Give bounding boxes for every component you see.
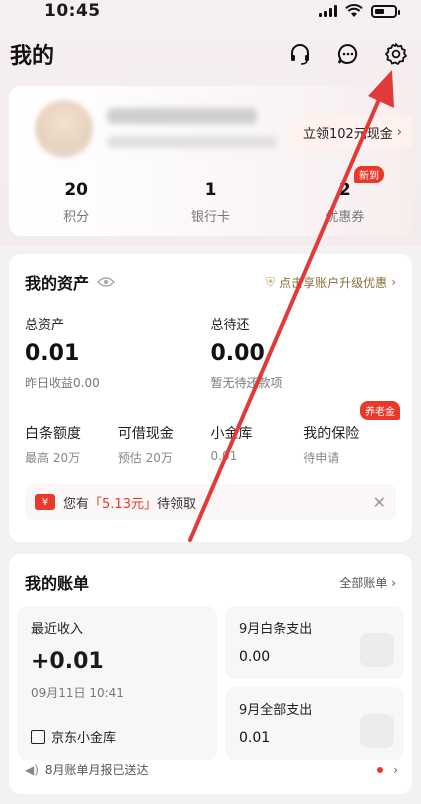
total-assets-label: 总资产 (25, 318, 65, 333)
all-bills-link[interactable]: 全部账单 › (339, 574, 396, 591)
bills-title: 我的账单 (25, 574, 90, 593)
yesterday-earnings: 昨日收益0.00 (25, 376, 100, 390)
asset-summary: 总资产 0.01 昨日收益0.00 总待还 0.00 暂无待还款项 (25, 314, 396, 391)
upgrade-link-text: 点击享账户升级优惠 (279, 275, 388, 290)
coupon-suffix: 待领取 (156, 496, 196, 512)
total-due-value: 0.00 (210, 341, 265, 366)
signal-icon (319, 5, 337, 17)
blurred-user-info (107, 136, 277, 148)
cash-reward-label: 立领102元现金 (302, 126, 393, 142)
recent-income-tile[interactable]: 最近收入 +0.01 09月11日 10:41 京东小金库 (17, 606, 217, 760)
total-due-sub: 暂无待还款项 (210, 376, 283, 390)
headset-icon[interactable] (287, 41, 313, 67)
stat-value: 20 (64, 180, 88, 200)
assets-title-text: 我的资产 (25, 274, 90, 293)
speaker-icon: ◀) (25, 762, 39, 777)
stat-coupons[interactable]: 新到 2 优惠券 (278, 166, 412, 225)
vault-icon (31, 729, 45, 744)
coupon-icon: ¥ (35, 494, 55, 510)
bills-header: 我的账单 全部账单 › (9, 570, 412, 594)
recent-income-time: 09月11日 10:41 (31, 686, 124, 700)
total-assets[interactable]: 总资产 0.01 昨日收益0.00 (25, 314, 211, 391)
avatar[interactable] (35, 100, 93, 158)
total-due-label: 总待还 (210, 318, 250, 333)
assets-header: 我的资产 ⛨ 点击享账户升级优惠 › (25, 270, 396, 294)
assets-title: 我的资产 (25, 270, 116, 294)
assets-card: 我的资产 ⛨ 点击享账户升级优惠 › 总资产 0.01 昨日收益0.00 总待还… (9, 254, 412, 542)
chevron-right-icon: › (391, 575, 396, 590)
profile-stats: 20 积分 1 银行卡 新到 2 优惠券 (9, 166, 412, 225)
product-name: 白条额度 (25, 426, 81, 442)
all-spend-tile[interactable]: 9月全部支出 0.01 (225, 687, 404, 760)
status-bar: 10:45 (0, 0, 421, 22)
status-time: 10:45 (44, 1, 101, 21)
product-name: 可借现金 (117, 426, 174, 442)
product-sub: 0.01 (210, 449, 238, 463)
recent-income-title: 最近收入 (31, 622, 84, 637)
gear-icon[interactable] (383, 41, 409, 67)
product-row: 白条额度 最高 20万 可借现金 预估 20万 小金库 0.01 养老金 我的保… (25, 401, 400, 466)
product-insurance[interactable]: 养老金 我的保险 待申请 (303, 401, 400, 466)
spend-tiles: 9月白条支出 0.00 9月全部支出 0.01 (225, 606, 404, 760)
product-sub: 最高 20万 (25, 451, 81, 465)
stat-label: 积分 (63, 210, 90, 225)
stat-value: 1 (204, 180, 217, 200)
status-icons (319, 4, 400, 18)
product-vault[interactable]: 小金库 0.01 (211, 423, 304, 466)
chat-icon[interactable] (335, 41, 361, 67)
header: 我的 (0, 22, 421, 86)
stat-value: 2 (338, 180, 351, 200)
monthly-report-text: 8月账单月报已送达 (44, 763, 149, 777)
product-cash-loan[interactable]: 可借现金 预估 20万 (118, 423, 211, 466)
coupon-amount: 「5.13元」 (89, 496, 157, 512)
stat-label: 优惠券 (325, 210, 365, 225)
product-baitiao[interactable]: 白条额度 最高 20万 (25, 423, 118, 466)
product-sub: 待申请 (303, 451, 340, 465)
eye-icon[interactable] (97, 276, 116, 288)
chevron-right-icon: › (396, 124, 402, 140)
coupon-banner[interactable]: ¥ 您有 「5.13元」 待领取 ✕ (25, 484, 396, 520)
stat-bank-cards[interactable]: 1 银行卡 (143, 180, 277, 225)
chevron-right-icon: › (393, 762, 398, 777)
shield-icon: ⛨ (266, 274, 276, 289)
profile-card: 立领102元现金 › 20 积分 1 银行卡 新到 2 优惠券 (9, 86, 412, 236)
cash-reward-button[interactable]: 立领102元现金 › (290, 116, 412, 148)
bills-card: 我的账单 全部账单 › 最近收入 +0.01 09月11日 10:41 京东小金… (9, 554, 412, 794)
stat-label: 银行卡 (190, 210, 230, 225)
top-area: 我的 立领102元现金 › 20 积分 1 银行卡 新到 2 优惠券 (0, 22, 421, 246)
new-badge: 新到 (353, 166, 384, 183)
close-icon[interactable]: ✕ (373, 493, 386, 512)
product-name: 我的保险 (303, 426, 360, 442)
header-icons (287, 41, 409, 67)
baitiao-deco-icon (360, 633, 394, 667)
all-bills-text: 全部账单 (339, 575, 388, 590)
wifi-icon (345, 4, 363, 17)
product-sub: 预估 20万 (117, 451, 173, 465)
coupon-prefix: 您有 (63, 496, 90, 512)
total-assets-value: 0.01 (25, 341, 80, 366)
page-title: 我的 (10, 44, 55, 69)
recent-income-source: 京东小金库 (31, 727, 116, 746)
baitiao-spend-tile[interactable]: 9月白条支出 0.00 (225, 606, 404, 679)
pension-badge: 养老金 (360, 401, 400, 420)
unread-dot (377, 766, 384, 773)
yuan-deco-icon (360, 714, 394, 748)
recent-income-amount: +0.01 (31, 649, 104, 674)
upgrade-link[interactable]: ⛨ 点击享账户升级优惠 › (266, 274, 396, 291)
blurred-username (107, 108, 257, 124)
chevron-right-icon: › (391, 275, 396, 289)
recent-income-source-text: 京东小金库 (51, 731, 117, 746)
total-due[interactable]: 总待还 0.00 暂无待还款项 (211, 314, 397, 391)
bill-tiles: 最近收入 +0.01 09月11日 10:41 京东小金库 9月白条支出 0.0… (9, 606, 412, 760)
stat-points[interactable]: 20 积分 (9, 180, 143, 225)
product-name: 小金库 (210, 426, 253, 442)
battery-icon (371, 4, 400, 18)
monthly-report-notice[interactable]: ◀) 8月账单月报已送达 › (25, 761, 398, 778)
